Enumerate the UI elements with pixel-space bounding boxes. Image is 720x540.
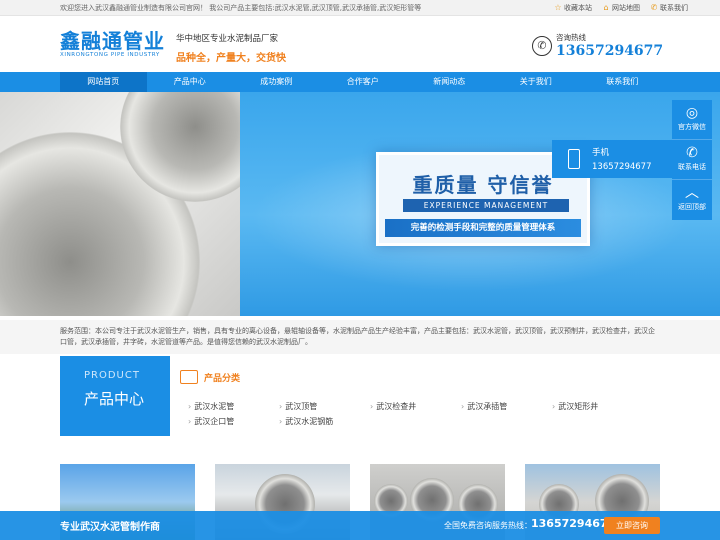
- main-nav: 网站首页 产品中心 成功案例 合作客户 新闻动态 关于我们 联系我们: [0, 72, 720, 92]
- logo[interactable]: 鑫融通管业 XINRONGTONG PIPE INDUSTRY: [60, 30, 165, 58]
- product-category-label: 产品分类: [204, 373, 241, 384]
- float-phone-label: 手机: [592, 148, 610, 158]
- banner-pipe-image: [0, 92, 240, 316]
- product-center-en: PRODUCT: [84, 370, 140, 381]
- product-center-cn: 产品中心: [84, 390, 145, 408]
- nav-item-contact[interactable]: 联系我们: [579, 72, 666, 92]
- home-icon: ⌂: [603, 3, 609, 12]
- star-icon: ☆: [554, 3, 562, 12]
- phone-icon: ✆: [686, 145, 698, 161]
- hotline-number: 13657294677: [556, 43, 664, 59]
- phone-icon: ✆: [532, 35, 552, 56]
- folder-icon: [180, 370, 198, 384]
- product-center: PRODUCT 产品中心 产品分类 武汉水泥管 武汉顶管 武汉检查井 武汉承插管…: [60, 356, 660, 436]
- category-link[interactable]: 武汉水泥管: [188, 401, 234, 412]
- top-link-sitemap[interactable]: ⌂ 网站地图: [602, 3, 640, 13]
- nav-item-about[interactable]: 关于我们: [493, 72, 580, 92]
- float-wechat-button[interactable]: ◎ 官方微信: [672, 100, 712, 140]
- service-scope-text: 服务范围：本公司专注于武汉水泥管生产，销售，具有专业的离心设备，悬辊轴设备等，水…: [60, 327, 655, 346]
- nav-item-home[interactable]: 网站首页: [60, 72, 147, 92]
- back-to-top-label: 返回顶部: [678, 203, 706, 211]
- back-to-top-button[interactable]: ︿ 返回顶部: [672, 180, 712, 220]
- float-phone-number: 13657294677: [592, 162, 652, 172]
- float-sidebar: ◎ 官方微信 ✆ 联系电话 ︿ 返回顶部: [672, 100, 712, 220]
- banner-subtitle: EXPERIENCE MANAGEMENT: [403, 199, 569, 212]
- welcome-text: 欢迎您进入武汉鑫融通管业制造有限公司官网！ 我公司产品主要包括:武汉水泥管,武汉…: [60, 4, 422, 12]
- slogan-line-1: 华中地区专业水泥制品厂家: [176, 34, 279, 44]
- bottom-hotline-number: 13657294677: [531, 517, 616, 530]
- top-strip: 欢迎您进入武汉鑫融通管业制造有限公司官网！ 我公司产品主要包括:武汉水泥管,武汉…: [0, 0, 720, 16]
- float-phone-button[interactable]: ✆ 联系电话: [672, 140, 712, 180]
- nav-item-products[interactable]: 产品中心: [147, 72, 234, 92]
- hero-banner[interactable]: 重质量 守信誉 EXPERIENCE MANAGEMENT 完善的检测手段和完整…: [0, 92, 720, 316]
- float-phone-panel[interactable]: 手机 13657294677: [552, 140, 672, 178]
- hotline-label: 咨询热线: [556, 33, 586, 42]
- service-scope: 服务范围：本公司专注于武汉水泥管生产，销售，具有专业的离心设备，悬辊轴设备等，水…: [0, 320, 720, 354]
- bottom-consult-bar: 专业武汉水泥管制作商 全国免费咨询服务热线： 13657294677 立即咨询: [0, 511, 720, 540]
- top-links: ☆ 收藏本站 ⌂ 网站地图 ✆ 联系我们: [554, 3, 688, 13]
- logo-text-cn: 鑫融通管业: [60, 29, 165, 53]
- category-link[interactable]: 武汉矩形井: [552, 401, 598, 412]
- product-center-title-box[interactable]: PRODUCT 产品中心: [60, 356, 170, 436]
- category-link[interactable]: 武汉企口管: [188, 416, 234, 427]
- nav-item-clients[interactable]: 合作客户: [320, 72, 407, 92]
- product-category-heading: 产品分类: [180, 370, 240, 384]
- float-phone-button-label: 联系电话: [678, 163, 706, 171]
- bottom-hotline-label: 全国免费咨询服务热线：: [444, 521, 532, 530]
- wechat-icon: ◎: [685, 105, 699, 121]
- category-link[interactable]: 武汉水泥钢筋: [279, 416, 333, 427]
- top-link-favorite[interactable]: ☆ 收藏本站: [554, 3, 592, 13]
- phone-small-icon: ✆: [650, 3, 658, 12]
- slogan: 华中地区专业水泥制品厂家 品种全，产量大，交货快: [176, 32, 286, 64]
- mobile-icon: [568, 149, 580, 169]
- logo-text-en: XINRONGTONG PIPE INDUSTRY: [60, 52, 160, 58]
- nav-item-news[interactable]: 新闻动态: [406, 72, 493, 92]
- bottom-slogan: 专业武汉水泥管制作商: [60, 522, 160, 533]
- chevron-up-icon: ︿: [685, 185, 699, 201]
- float-wechat-label: 官方微信: [678, 123, 706, 131]
- nav-item-cases[interactable]: 成功案例: [233, 72, 320, 92]
- banner-strip: 完善的检测手段和完整的质量管理体系: [385, 219, 581, 237]
- slogan-line-2: 品种全，产量大，交货快: [176, 53, 286, 64]
- header: 鑫融通管业 XINRONGTONG PIPE INDUSTRY 华中地区专业水泥…: [0, 16, 720, 72]
- category-link[interactable]: 武汉顶管: [279, 401, 317, 412]
- consult-now-button[interactable]: 立即咨询: [604, 517, 660, 534]
- category-link[interactable]: 武汉检查井: [370, 401, 416, 412]
- top-link-contact[interactable]: ✆ 联系我们: [650, 3, 688, 13]
- category-link[interactable]: 武汉承插管: [461, 401, 507, 412]
- hotline: ✆ 咨询热线 13657294677: [532, 32, 663, 59]
